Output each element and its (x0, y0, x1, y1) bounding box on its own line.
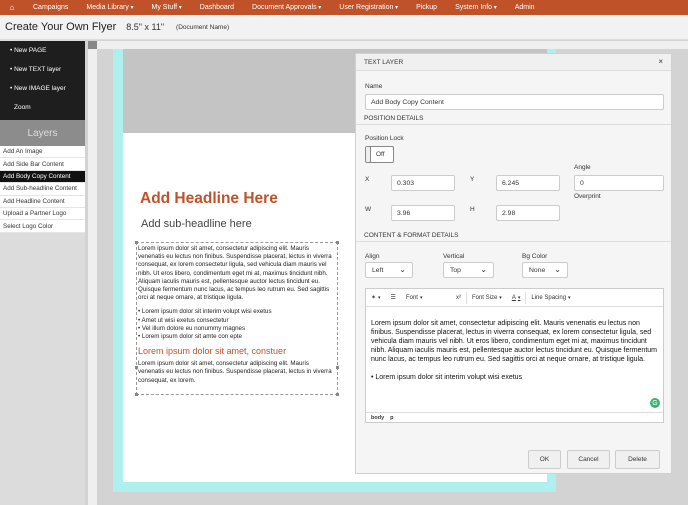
resize-handle-bl[interactable] (135, 393, 138, 396)
line-spacing-dropdown[interactable]: Line Spacing (526, 295, 575, 301)
superscript-icon[interactable]: x² (451, 295, 466, 301)
page-title: Create Your Own Flyer (5, 21, 117, 33)
document-size: 8.5" x 11" (126, 22, 165, 32)
content-format-heading: CONTENT & FORMAT DETAILS (356, 232, 671, 242)
angle-label: Angle (574, 164, 591, 171)
body-bullet-list: Lorem ipsum dolor sit interim volupt wis… (138, 308, 336, 341)
h-field[interactable]: 2.98 (496, 205, 560, 221)
vertical-label: Vertical (443, 253, 465, 260)
layer-add-side-bar-content[interactable]: Add Side Bar Content (0, 158, 85, 171)
nav-system-info[interactable]: System Info (446, 4, 506, 11)
title-bar: Create Your Own Flyer 8.5" x 11" (Docume… (0, 15, 688, 40)
name-field[interactable]: Add Body Copy Content (365, 94, 664, 110)
cancel-button[interactable]: Cancel (567, 450, 610, 469)
toggle-knob (366, 147, 371, 162)
body-paragraph: Lorem ipsum dolor sit amet, consectetur … (138, 245, 332, 302)
overprint-label: Overprint (574, 193, 601, 200)
bg-color-label: Bg Color (522, 253, 548, 260)
subheadline-text[interactable]: Add sub-headline here (141, 218, 252, 230)
nav-document-approvals[interactable]: Document Approvals (243, 4, 330, 11)
path-body[interactable]: body (371, 415, 384, 421)
w-label: W (365, 206, 372, 213)
ruler-horizontal (97, 41, 688, 49)
name-label: Name (365, 83, 383, 90)
editor-content[interactable]: Lorem ipsum dolor sit amet, consectetur … (371, 319, 659, 382)
delete-button[interactable]: Delete (615, 450, 660, 469)
nav-campaigns[interactable]: Campaigns (24, 4, 77, 11)
layer-select-logo-color[interactable]: Select Logo Color (0, 220, 85, 233)
resize-handle-tr[interactable] (336, 241, 339, 244)
home-icon[interactable]: ⌂ (0, 3, 24, 12)
angle-field[interactable]: 0 (574, 175, 664, 191)
layer-add-body-copy-content[interactable]: Add Body Copy Content (0, 170, 85, 184)
document-name[interactable]: (Document Name) (176, 24, 229, 31)
y-label: Y (470, 176, 475, 183)
editor-toolbar: ✶ ☰ Font x² Font Size A Line Spacing (366, 289, 663, 307)
close-icon[interactable]: × (658, 57, 663, 66)
align-select[interactable]: Left (365, 262, 413, 278)
resize-handle-tl[interactable] (135, 241, 138, 244)
resize-handle-mr[interactable] (336, 366, 339, 369)
y-field[interactable]: 6.245 (496, 175, 560, 191)
resize-handle-br[interactable] (336, 393, 339, 396)
path-p[interactable]: p (390, 415, 393, 421)
body-bullet: Lorem ipsum dolor sit amte con epte (138, 333, 336, 341)
sidebar-actions: • New PAGE • New TEXT layer • New IMAGE … (0, 41, 85, 120)
layers-list: Add An Image Add Side Bar Content Add Bo… (0, 146, 85, 233)
layer-add-headline-content[interactable]: Add Headline Content (0, 196, 85, 208)
new-text-layer-button[interactable]: • New TEXT layer (0, 60, 85, 79)
headline-text[interactable]: Add Headline Here (140, 190, 278, 208)
position-lock-label: Position Lock (365, 135, 404, 142)
nav-user-registration[interactable]: User Registration (330, 4, 407, 11)
text-layer-panel: TEXT LAYER × Name Add Body Copy Content … (355, 53, 672, 474)
nav-dashboard[interactable]: Dashboard (191, 4, 243, 11)
layer-upload-partner-logo[interactable]: Upload a Partner Logo (0, 208, 85, 221)
align-label: Align (365, 253, 380, 260)
position-lock-toggle[interactable]: Off (365, 146, 394, 163)
body-bullet: Lorem ipsum dolor sit interim volupt wis… (138, 308, 336, 316)
body-bullet: Vel illum dolore eu nonummy magnes (138, 325, 336, 333)
bg-color-select[interactable]: None (522, 262, 568, 278)
font-dropdown[interactable]: Font (401, 295, 451, 301)
position-lock-value: Off (376, 151, 385, 158)
ok-button[interactable]: OK (528, 450, 561, 469)
layer-add-sub-headline-content[interactable]: Add Sub-headline Content (0, 183, 85, 196)
vertical-select[interactable]: Top (443, 262, 494, 278)
new-image-layer-button[interactable]: • New IMAGE layer (0, 79, 85, 98)
text-color-icon[interactable]: A (507, 295, 526, 301)
rich-text-editor[interactable]: ✶ ☰ Font x² Font Size A Line Spacing Lor… (365, 288, 664, 423)
editor-paragraph: Lorem ipsum dolor sit amet, consectetur … (371, 320, 657, 363)
w-field[interactable]: 3.96 (391, 205, 455, 221)
body-bullet: Amet ut wisi exetus consectetur (138, 317, 336, 325)
nav-media-library[interactable]: Media Library (77, 4, 142, 11)
panel-title: TEXT LAYER (356, 54, 671, 71)
nav-my-stuff[interactable]: My Stuff (143, 4, 191, 11)
ruler-corner (88, 41, 97, 49)
body-orange-heading: Lorem ipsum dolor sit amet, constuer (138, 346, 287, 357)
nav-admin[interactable]: Admin (506, 4, 544, 11)
body-paragraph-2: Lorem ipsum dolor sit amet, consectetur … (138, 360, 332, 384)
h-label: H (470, 206, 475, 213)
zoom-button[interactable]: Zoom (0, 98, 85, 117)
layers-heading: Layers (0, 120, 85, 146)
editor-bullet: • Lorem ipsum dolor sit interim volupt w… (371, 374, 523, 381)
x-field[interactable]: 0.303 (391, 175, 455, 191)
body-copy: Lorem ipsum dolor sit amet, consectetur … (138, 245, 336, 385)
layer-add-an-image[interactable]: Add An Image (0, 146, 85, 159)
top-nav: ⌂ Campaigns Media Library My Stuff Dashb… (0, 0, 688, 15)
editor-element-path: body p (366, 412, 663, 422)
nav-pickup[interactable]: Pickup (407, 4, 446, 11)
list-icon[interactable]: ☰ (386, 294, 401, 301)
x-label: X (365, 176, 370, 183)
styles-icon[interactable]: ✶ (366, 294, 386, 301)
position-details-heading: POSITION DETAILS (356, 115, 671, 125)
ruler-vertical (88, 49, 97, 505)
new-page-button[interactable]: • New PAGE (0, 41, 85, 60)
grammar-check-icon[interactable]: G (650, 398, 660, 408)
font-size-dropdown[interactable]: Font Size (467, 295, 507, 301)
